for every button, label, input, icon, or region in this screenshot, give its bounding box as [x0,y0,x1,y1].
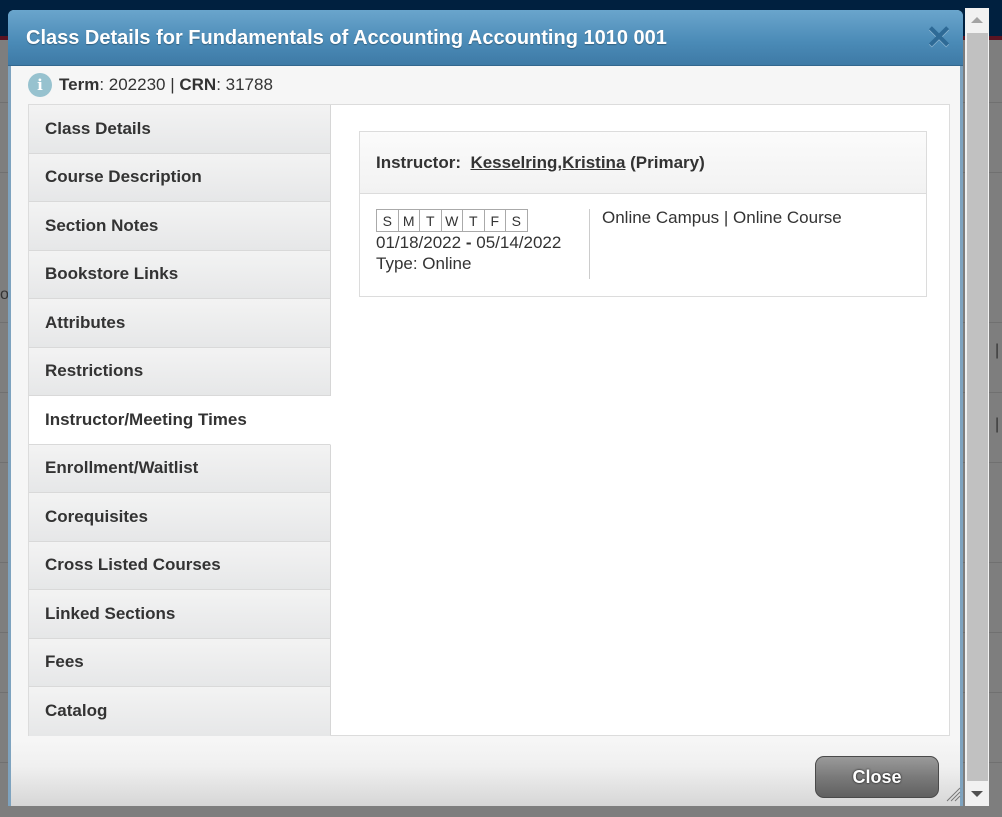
crn-value: : 31788 [216,75,273,94]
scroll-up-button[interactable] [965,8,989,32]
date-separator: - [465,233,472,252]
background-text-fragment: | [995,416,1000,433]
tab-enrollment-waitlist[interactable]: Enrollment/Waitlist [29,444,330,493]
tab-instructor-meeting-times[interactable]: Instructor/Meeting Times [29,396,331,445]
tab-linked-sections[interactable]: Linked Sections [29,590,330,639]
tab-label: Restrictions [45,361,144,381]
tab-label: Enrollment/Waitlist [45,458,199,478]
day-tuesday: T [419,209,442,232]
day-friday: F [483,209,506,232]
meeting-location: Online Campus | Online Course [602,208,842,227]
instructor-label: Instructor: [376,152,461,172]
crn-label: CRN [179,75,217,94]
tab-section-notes[interactable]: Section Notes [29,202,330,251]
resize-grip-icon[interactable] [943,784,961,802]
instructor-meeting-panel: Instructor: Kesselring,Kristina (Primary… [359,131,927,297]
tab-catalog[interactable]: Catalog [29,687,330,736]
instructor-role: (Primary) [630,152,705,172]
dialog-title: Class Details for Fundamentals of Accoun… [26,27,667,49]
close-x-icon[interactable]: ✕ [925,21,953,53]
class-details-dialog: Class Details for Fundamentals of Accoun… [8,10,963,806]
tab-label: Course Description [45,167,202,187]
tab-attributes[interactable]: Attributes [29,299,330,348]
end-date: 05/14/2022 [476,233,562,252]
background-text-fragment: | [995,342,1000,359]
tab-corequisites[interactable]: Corequisites [29,493,330,542]
tab-course-description[interactable]: Course Description [29,153,330,202]
tab-label: Section Notes [45,215,159,235]
day-monday: M [397,209,420,232]
term-crn-line: i Term : 202230 | CRN : 31788 [28,73,273,97]
meeting-days: S M T W T F S [376,209,589,232]
term-value: : 202230 | [99,75,180,94]
start-date: 01/18/2022 [376,233,462,252]
tab-bookstore-links[interactable]: Bookstore Links [29,250,330,299]
tab-label: Catalog [45,701,108,721]
arrow-down-icon [971,791,983,797]
day-sunday: S [376,209,399,232]
tab-label: Linked Sections [45,603,176,623]
tab-label: Class Details [45,118,151,138]
tab-label: Bookstore Links [45,264,179,284]
close-button[interactable]: Close [815,756,939,798]
meeting-schedule: S M T W T F S 01/18/2022 - 05/14/2022 Ty… [376,209,590,279]
day-thursday: T [462,209,485,232]
tab-class-details[interactable]: Class Details [29,105,330,154]
info-icon: i [28,73,52,97]
arrow-up-icon [971,17,983,23]
page-scrollbar[interactable] [965,8,989,806]
meeting-info: S M T W T F S 01/18/2022 - 05/14/2022 Ty… [360,194,926,296]
scrollbar-thumb[interactable] [967,33,988,781]
tab-cross-listed-courses[interactable]: Cross Listed Courses [29,541,330,590]
dialog-titlebar[interactable]: Class Details for Fundamentals of Accoun… [8,10,963,66]
details-content: Class Details Course Description Section… [28,104,950,736]
instructor-header: Instructor: Kesselring,Kristina (Primary… [360,132,926,194]
tab-label: Fees [45,652,84,672]
tab-label: Instructor/Meeting Times [45,409,247,429]
tab-fees[interactable]: Fees [29,638,330,687]
tab-label: Attributes [45,312,126,332]
instructor-name-link[interactable]: Kesselring,Kristina [470,153,625,173]
tab-label: Cross Listed Courses [45,555,221,575]
details-tab-list: Class Details Course Description Section… [29,105,331,736]
meeting-date-range: 01/18/2022 - 05/14/2022 [376,233,589,253]
day-saturday: S [505,209,528,232]
day-wednesday: W [440,209,463,232]
scroll-down-button[interactable] [965,782,989,806]
meeting-type: Type: Online [376,254,472,273]
tab-restrictions[interactable]: Restrictions [29,347,330,396]
term-label: Term [59,75,100,94]
tab-label: Corequisites [45,506,148,526]
